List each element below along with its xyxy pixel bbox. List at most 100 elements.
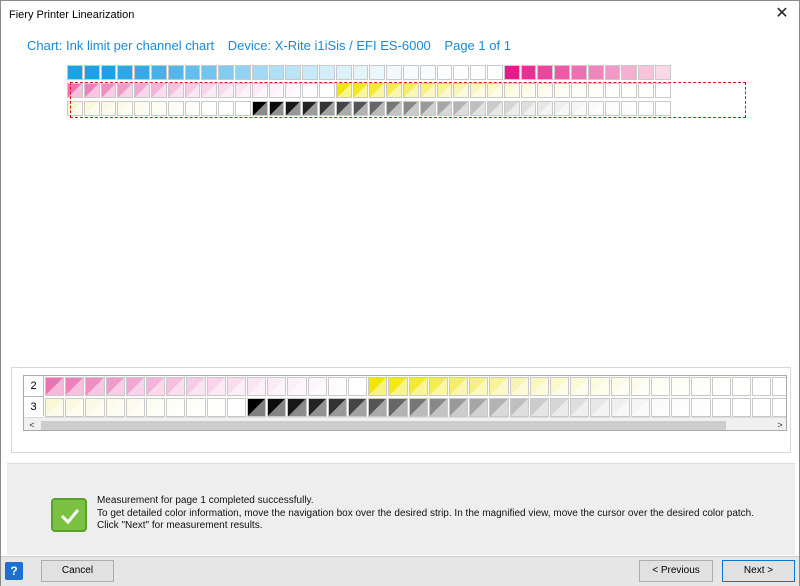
magnified-color-patch[interactable] [610,398,630,417]
next-button[interactable]: Next > [722,560,795,582]
help-icon[interactable]: ? [5,562,23,580]
color-patch [100,83,117,99]
magnified-color-patch[interactable] [186,398,206,417]
color-patch [470,65,486,80]
magnified-color-patch[interactable] [287,398,307,417]
magnified-color-patch[interactable] [166,377,186,396]
magnified-color-patch[interactable] [752,398,772,417]
magnified-color-patch[interactable] [125,377,145,396]
magnified-color-patch[interactable] [671,377,691,396]
magnified-color-patch[interactable] [348,398,368,417]
color-patch [453,65,470,80]
magnified-color-patch[interactable] [469,377,489,396]
magnified-color-patch[interactable] [307,398,327,417]
magnified-color-patch[interactable] [388,398,408,417]
magnified-color-patch[interactable] [691,377,711,396]
magnified-color-patch[interactable] [630,377,650,396]
magnified-color-patch[interactable] [570,377,590,396]
magnified-color-patch[interactable] [267,398,287,417]
magnified-color-patch[interactable] [247,377,267,396]
magnified-color-patch[interactable] [428,398,448,417]
magnified-color-patch[interactable] [570,398,590,417]
magnified-color-patch[interactable] [711,377,731,396]
magnified-color-patch[interactable] [85,398,105,417]
magnified-color-patch[interactable] [691,398,711,417]
magnified-color-patch[interactable] [752,377,772,396]
magnified-color-patch[interactable] [105,377,125,396]
color-patch [503,101,520,117]
magnified-color-patch[interactable] [630,398,650,417]
magnified-color-patch[interactable] [146,398,166,417]
color-patch [621,101,638,117]
close-button[interactable]: ✕ [769,3,795,27]
magnified-color-patch[interactable] [125,398,145,417]
magnified-color-patch[interactable] [408,377,428,396]
color-patch [117,65,134,80]
magnified-color-patch[interactable] [651,398,671,417]
magnified-color-patch[interactable] [590,398,610,417]
color-patch [537,101,554,117]
color-patch [436,65,453,80]
magnified-color-patch[interactable] [166,398,186,417]
magnified-color-patch[interactable] [509,377,529,396]
magnified-color-patch[interactable] [327,377,347,396]
magnified-color-patch[interactable] [368,398,388,417]
magnified-color-patch[interactable] [469,398,489,417]
magnified-color-patch[interactable] [348,377,368,396]
magnified-color-patch[interactable] [610,377,630,396]
scroll-right-arrow-icon[interactable]: > [774,418,786,430]
color-patch [67,65,83,80]
magnified-color-patch[interactable] [45,377,65,396]
magnified-color-patch[interactable] [489,377,509,396]
magnified-color-patch[interactable] [428,377,448,396]
magnified-color-patch[interactable] [651,377,671,396]
color-patch [386,83,402,99]
magnified-color-patch[interactable] [146,377,166,396]
color-patch [470,83,486,99]
magnified-color-patch[interactable] [206,377,226,396]
magnified-color-patch[interactable] [388,377,408,396]
scroll-thumb[interactable] [41,421,726,430]
horizontal-scrollbar[interactable]: < > [24,417,786,430]
magnified-color-patch[interactable] [226,377,246,396]
magnified-strips[interactable] [44,376,786,418]
magnified-color-patch[interactable] [65,377,85,396]
magnified-color-patch[interactable] [449,398,469,417]
color-patch [537,65,554,80]
magnified-color-patch[interactable] [731,377,751,396]
magnified-color-patch[interactable] [529,398,549,417]
magnified-color-patch[interactable] [65,398,85,417]
magnified-color-patch[interactable] [186,377,206,396]
magnified-color-patch[interactable] [731,398,751,417]
color-patch [520,65,537,80]
magnified-color-patch[interactable] [327,398,347,417]
scroll-left-arrow-icon[interactable]: < [26,418,38,430]
magnified-color-patch[interactable] [772,377,786,396]
magnified-color-patch[interactable] [489,398,509,417]
magnified-color-patch[interactable] [206,398,226,417]
cancel-button[interactable]: Cancel [41,560,114,582]
color-patch [184,65,201,80]
color-patch [655,101,671,117]
magnified-color-patch[interactable] [772,398,786,417]
magnified-color-patch[interactable] [711,398,731,417]
magnified-color-patch[interactable] [105,398,125,417]
magnified-color-patch[interactable] [307,377,327,396]
magnified-color-patch[interactable] [590,377,610,396]
magnified-color-patch[interactable] [368,377,388,396]
magnified-color-patch[interactable] [287,377,307,396]
magnified-color-patch[interactable] [45,398,65,417]
magnified-color-patch[interactable] [85,377,105,396]
magnified-color-patch[interactable] [550,377,570,396]
magnified-color-patch[interactable] [671,398,691,417]
magnified-color-patch[interactable] [550,398,570,417]
color-patch [134,83,150,99]
magnified-color-patch[interactable] [509,398,529,417]
magnified-color-patch[interactable] [449,377,469,396]
magnified-color-patch[interactable] [226,398,246,417]
magnified-color-patch[interactable] [529,377,549,396]
magnified-color-patch[interactable] [408,398,428,417]
magnified-color-patch[interactable] [267,377,287,396]
magnified-color-patch[interactable] [247,398,267,417]
previous-button[interactable]: < Previous [639,560,713,582]
